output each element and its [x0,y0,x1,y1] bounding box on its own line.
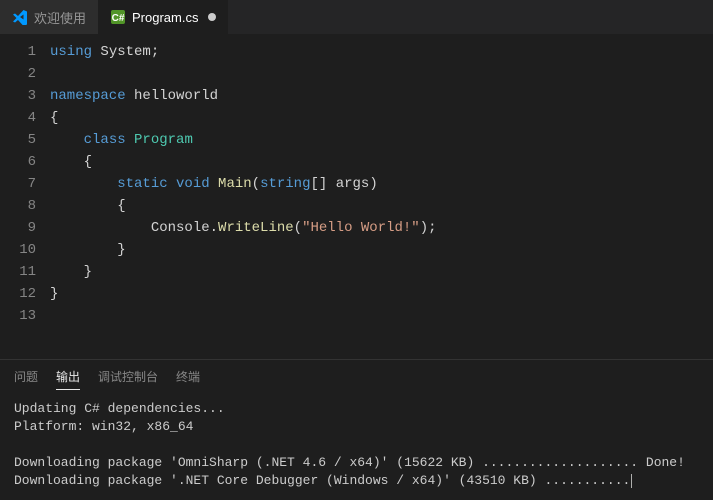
dirty-indicator-icon [208,13,216,21]
output-line: Downloading package '.NET Core Debugger … [14,472,699,490]
token-punct: ) [369,176,377,192]
line-gutter: 12345678910111213 [0,41,50,359]
output-body[interactable]: Updating C# dependencies...Platform: win… [0,396,713,500]
tab-label: Program.cs [132,10,198,25]
token-indent [50,198,117,214]
token-punct: ); [420,220,437,236]
token-punct: { [50,110,58,126]
token-ident: args [336,176,370,192]
panel-tabs: 问题输出调试控制台终端 [0,360,713,396]
token-punct: } [84,264,92,280]
line-number: 4 [0,107,36,129]
code-line[interactable] [50,63,713,85]
line-number: 6 [0,151,36,173]
line-number: 8 [0,195,36,217]
editor-tabs: 欢迎使用 C# Program.cs [0,0,713,35]
token-indent [50,132,84,148]
token-punct: } [117,242,125,258]
panel-tab-3[interactable]: 终端 [176,368,200,390]
tab-0[interactable]: 欢迎使用 [0,0,98,34]
line-number: 1 [0,41,36,63]
token-indent [50,154,84,170]
code-area[interactable]: using System; namespace helloworld { clas… [50,41,713,359]
token-ident: System [100,44,150,60]
token-string: "Hello World!" [302,220,420,236]
token-keyword: class [84,132,134,148]
token-punct: ( [294,220,302,236]
line-number: 11 [0,261,36,283]
token-punct: ( [252,176,260,192]
token-ident: helloworld [134,88,218,104]
token-punct: [] [310,176,335,192]
token-punct: ; [151,44,159,60]
code-line[interactable]: namespace helloworld [50,85,713,107]
code-line[interactable] [50,305,713,327]
code-line[interactable]: { [50,151,713,173]
line-number: 3 [0,85,36,107]
token-type: void [176,176,218,192]
output-line: Platform: win32, x86_64 [14,418,699,436]
code-line[interactable]: } [50,283,713,305]
token-keyword: static [117,176,176,192]
token-punct: { [84,154,92,170]
csharp-icon: C# [110,9,126,25]
token-punct: { [117,198,125,214]
line-number: 13 [0,305,36,327]
code-line[interactable]: } [50,239,713,261]
code-line[interactable]: class Program [50,129,713,151]
code-line[interactable]: { [50,107,713,129]
code-line[interactable]: static void Main(string[] args) [50,173,713,195]
bottom-panel: 问题输出调试控制台终端 Updating C# dependencies...P… [0,359,713,500]
tab-1[interactable]: C# Program.cs [98,0,228,34]
line-number: 12 [0,283,36,305]
output-line [14,436,699,454]
panel-tab-2[interactable]: 调试控制台 [98,368,158,390]
code-line[interactable]: Console.WriteLine("Hello World!"); [50,217,713,239]
token-class: Program [134,132,193,148]
line-number: 9 [0,217,36,239]
line-number: 5 [0,129,36,151]
code-line[interactable]: } [50,261,713,283]
panel-tab-0[interactable]: 问题 [14,368,38,390]
token-type: string [260,176,310,192]
code-line[interactable]: using System; [50,41,713,63]
tab-label: 欢迎使用 [34,8,86,27]
token-method: WriteLine [218,220,294,236]
token-indent [50,264,84,280]
line-number: 2 [0,63,36,85]
token-ident: Console [151,220,210,236]
output-line: Downloading package 'OmniSharp (.NET 4.6… [14,454,699,472]
token-indent [50,220,151,236]
token-keyword: using [50,44,100,60]
token-indent [50,242,117,258]
line-number: 10 [0,239,36,261]
code-line[interactable]: { [50,195,713,217]
panel-tab-1[interactable]: 输出 [56,368,80,390]
token-method: Main [218,176,252,192]
token-punct: . [210,220,218,236]
svg-text:C#: C# [112,13,125,24]
token-keyword: namespace [50,88,134,104]
line-number: 7 [0,173,36,195]
code-editor[interactable]: 12345678910111213 using System; namespac… [0,35,713,359]
output-line: Updating C# dependencies... [14,400,699,418]
token-punct: } [50,286,58,302]
cursor-icon [631,474,632,488]
vscode-icon [12,9,28,25]
token-indent [50,176,117,192]
